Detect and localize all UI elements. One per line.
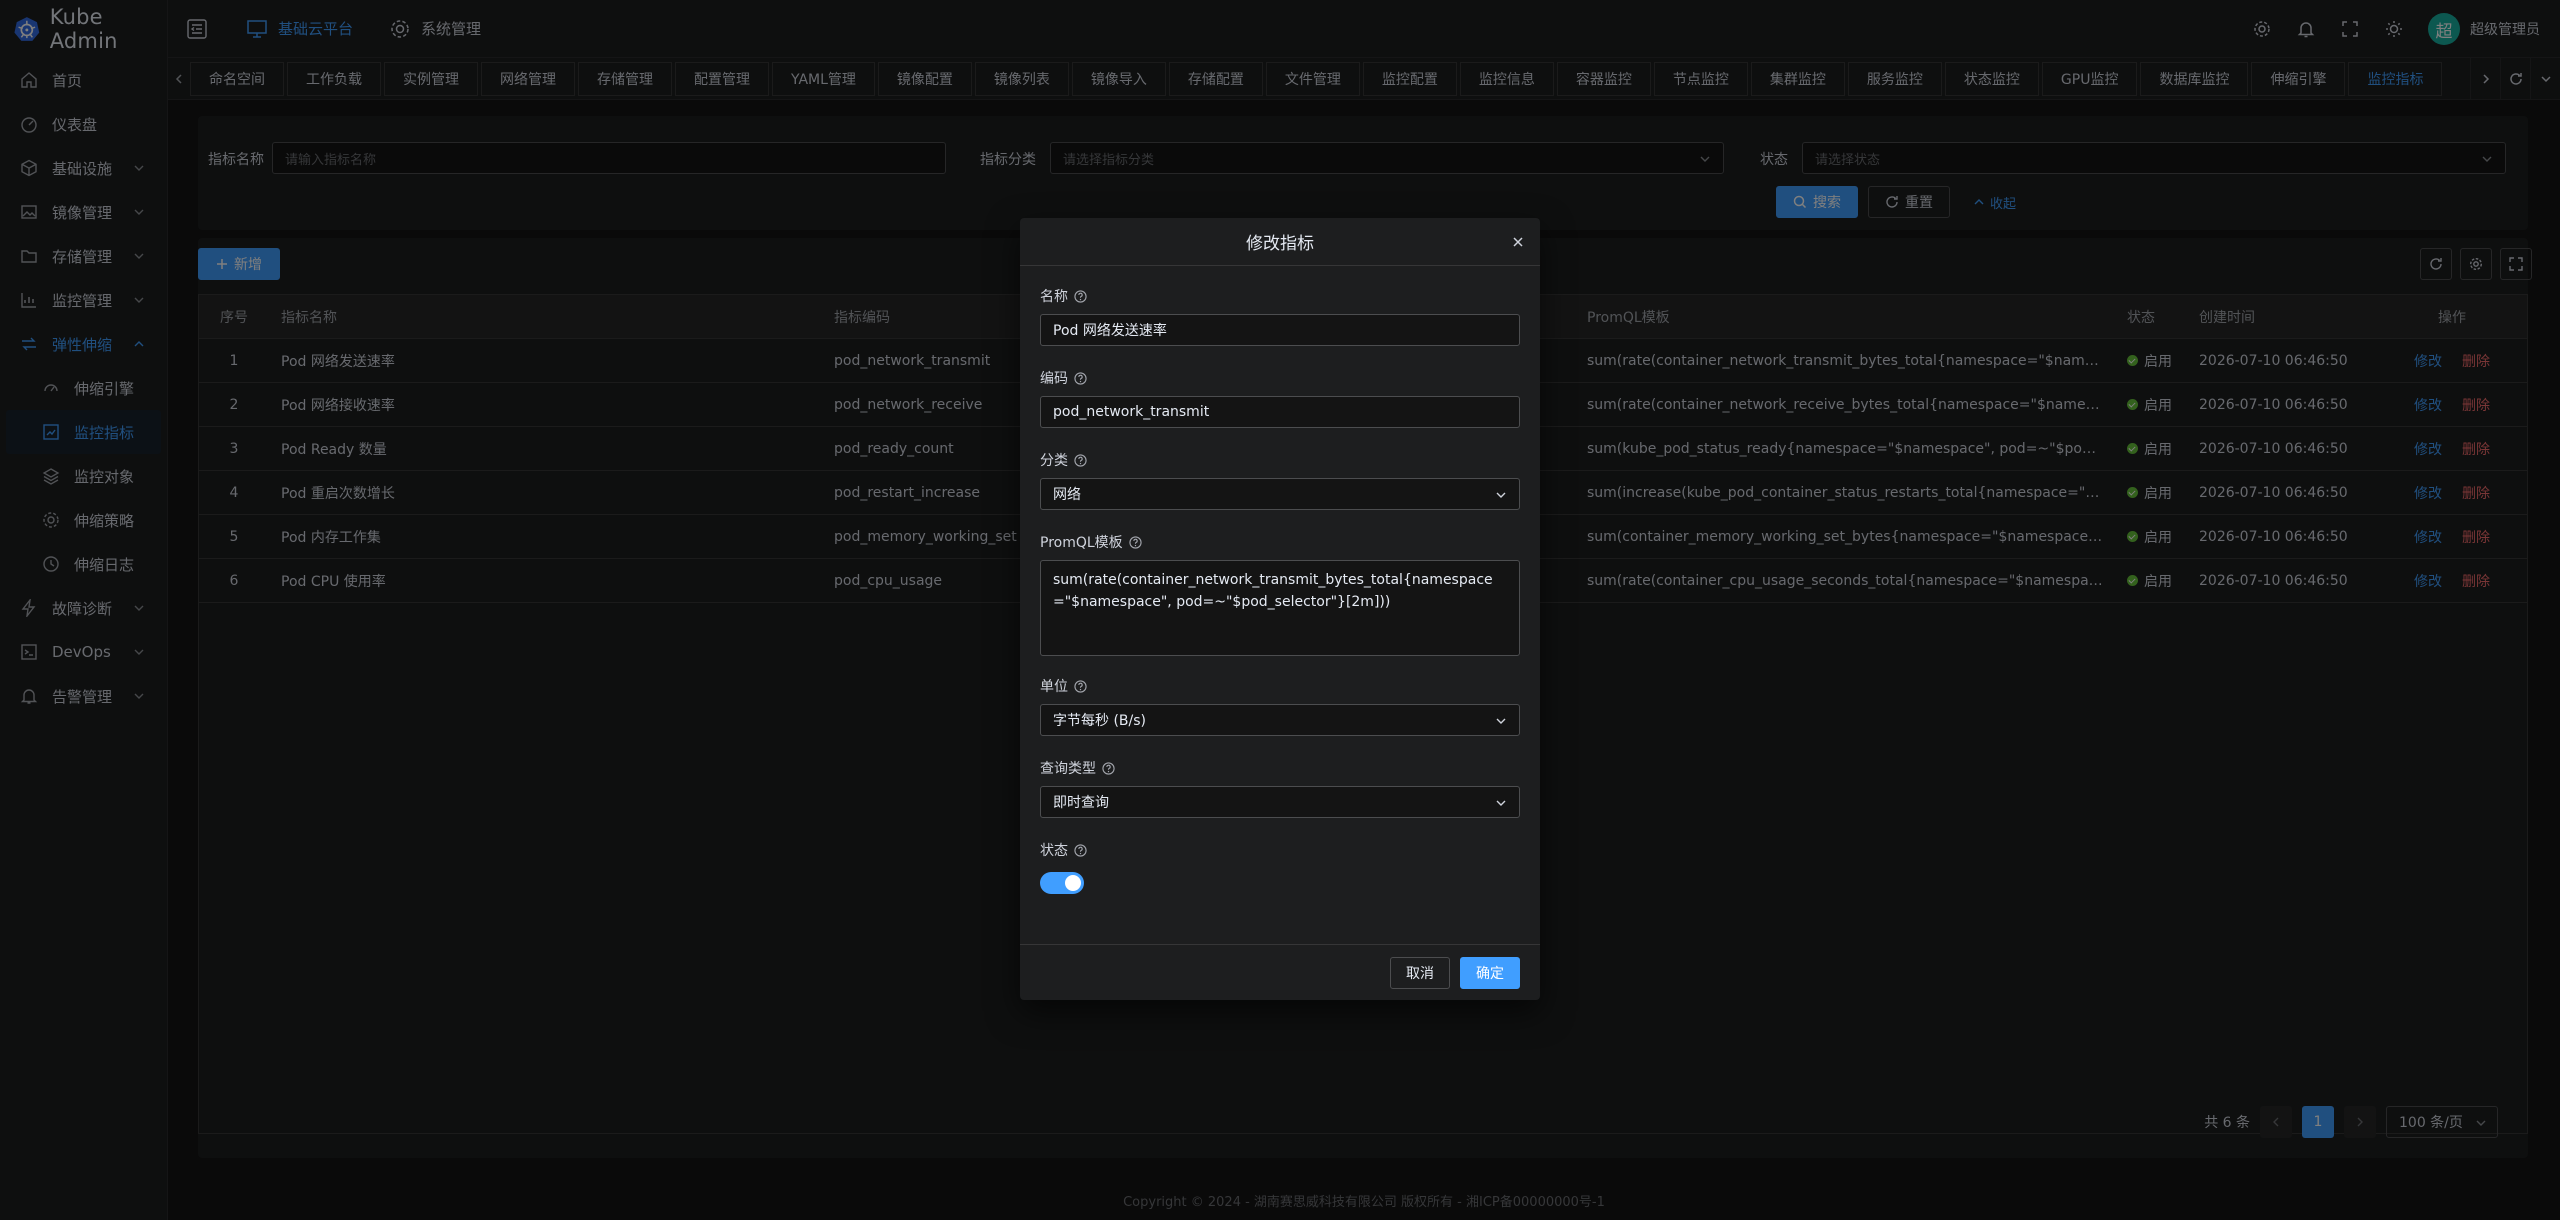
name-input-value: Pod 网络发送速率 [1053,323,1167,339]
unit-select[interactable]: 字节每秒 (B/s) [1040,704,1520,736]
help-icon[interactable] [1074,843,1087,857]
query-type-select-value: 即时查询 [1053,795,1109,811]
help-icon[interactable] [1074,453,1087,467]
status-field-label: 状态 [1040,840,1087,860]
edit-metric-dialog: 修改指标 名称 Pod 网络发送速率 编码 pod_network_transm… [1020,218,1540,1000]
promql-field-label: PromQL模板 [1040,532,1142,552]
code-input-value: pod_network_transmit [1053,404,1210,420]
query-type-field-label: 查询类型 [1040,758,1115,778]
label-text: PromQL模板 [1040,535,1123,551]
dialog-title: 修改指标 [1246,234,1314,254]
label-text: 名称 [1040,289,1068,305]
close-icon[interactable] [1512,236,1524,248]
label-text: 分类 [1040,453,1068,469]
status-switch[interactable] [1040,872,1084,894]
label-text: 单位 [1040,679,1068,695]
unit-field-label: 单位 [1040,676,1087,696]
unit-select-value: 字节每秒 (B/s) [1053,713,1146,729]
promql-textarea[interactable]: sum(rate(container_network_transmit_byte… [1040,560,1520,656]
label-text: 查询类型 [1040,761,1096,777]
help-icon[interactable] [1102,761,1115,775]
confirm-button[interactable]: 确定 [1460,957,1520,989]
name-field-label: 名称 [1040,286,1087,306]
code-input[interactable]: pod_network_transmit [1040,396,1520,428]
chevron-down-icon [1496,718,1506,724]
help-icon[interactable] [1074,289,1087,303]
dialog-footer: 取消 确定 [1020,944,1540,1000]
category-field-label: 分类 [1040,450,1087,470]
help-icon[interactable] [1074,371,1087,385]
cancel-button[interactable]: 取消 [1390,957,1450,989]
category-select-value: 网络 [1053,487,1081,503]
query-type-select[interactable]: 即时查询 [1040,786,1520,818]
category-select[interactable]: 网络 [1040,478,1520,510]
code-field-label: 编码 [1040,368,1087,388]
label-text: 编码 [1040,371,1068,387]
chevron-down-icon [1496,800,1506,806]
help-icon[interactable] [1129,535,1142,549]
name-input[interactable]: Pod 网络发送速率 [1040,314,1520,346]
label-text: 状态 [1040,843,1068,859]
dialog-header: 修改指标 [1020,218,1540,266]
help-icon[interactable] [1074,679,1087,693]
chevron-down-icon [1496,492,1506,498]
